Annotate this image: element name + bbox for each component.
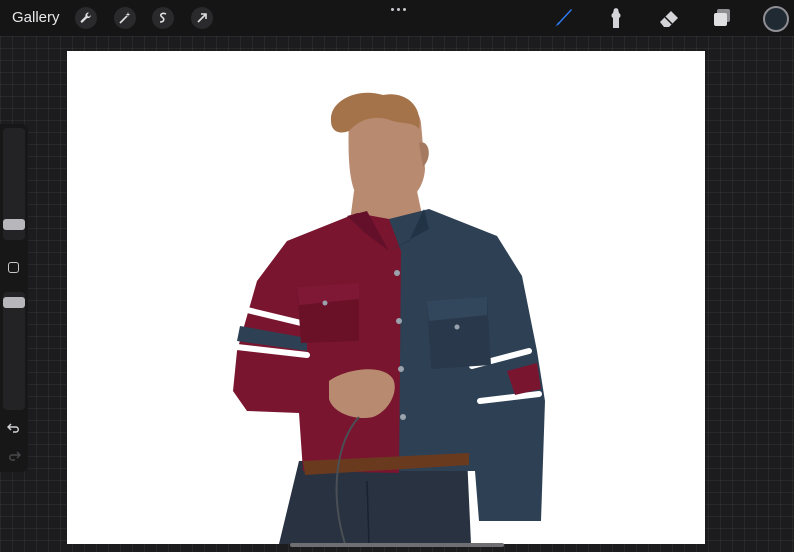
brush-tool-button[interactable] bbox=[550, 5, 576, 31]
figure-illustration bbox=[233, 92, 545, 544]
adjustments-button[interactable] bbox=[114, 7, 136, 29]
top-toolbar: Gallery bbox=[0, 0, 794, 36]
brush-icon bbox=[555, 9, 572, 27]
layers-button[interactable] bbox=[709, 5, 735, 31]
opacity-slider[interactable] bbox=[3, 292, 25, 410]
selection-icon bbox=[159, 12, 167, 23]
selection-button[interactable] bbox=[152, 7, 174, 29]
eraser-tool-button[interactable] bbox=[656, 5, 682, 31]
eraser-icon bbox=[660, 11, 678, 27]
smudge-tool-button[interactable] bbox=[603, 5, 629, 31]
drawing-canvas[interactable] bbox=[67, 51, 705, 544]
smudge-icon bbox=[611, 8, 621, 28]
undo-icon[interactable] bbox=[7, 422, 21, 434]
wrench-icon bbox=[80, 12, 91, 23]
layers-icon bbox=[714, 9, 730, 26]
opacity-handle[interactable] bbox=[3, 297, 25, 308]
transform-arrow-icon bbox=[197, 13, 207, 23]
color-picker-swatch[interactable] bbox=[763, 6, 789, 32]
modify-button[interactable] bbox=[8, 262, 19, 273]
more-options-icon[interactable] bbox=[388, 2, 408, 16]
gallery-button[interactable]: Gallery bbox=[12, 9, 60, 26]
redo-icon[interactable] bbox=[7, 450, 21, 462]
left-sidebar bbox=[0, 124, 28, 472]
actions-button[interactable] bbox=[75, 7, 97, 29]
magic-wand-icon bbox=[119, 12, 131, 24]
transform-button[interactable] bbox=[191, 7, 213, 29]
home-indicator bbox=[290, 543, 504, 547]
brush-size-handle[interactable] bbox=[3, 219, 25, 230]
